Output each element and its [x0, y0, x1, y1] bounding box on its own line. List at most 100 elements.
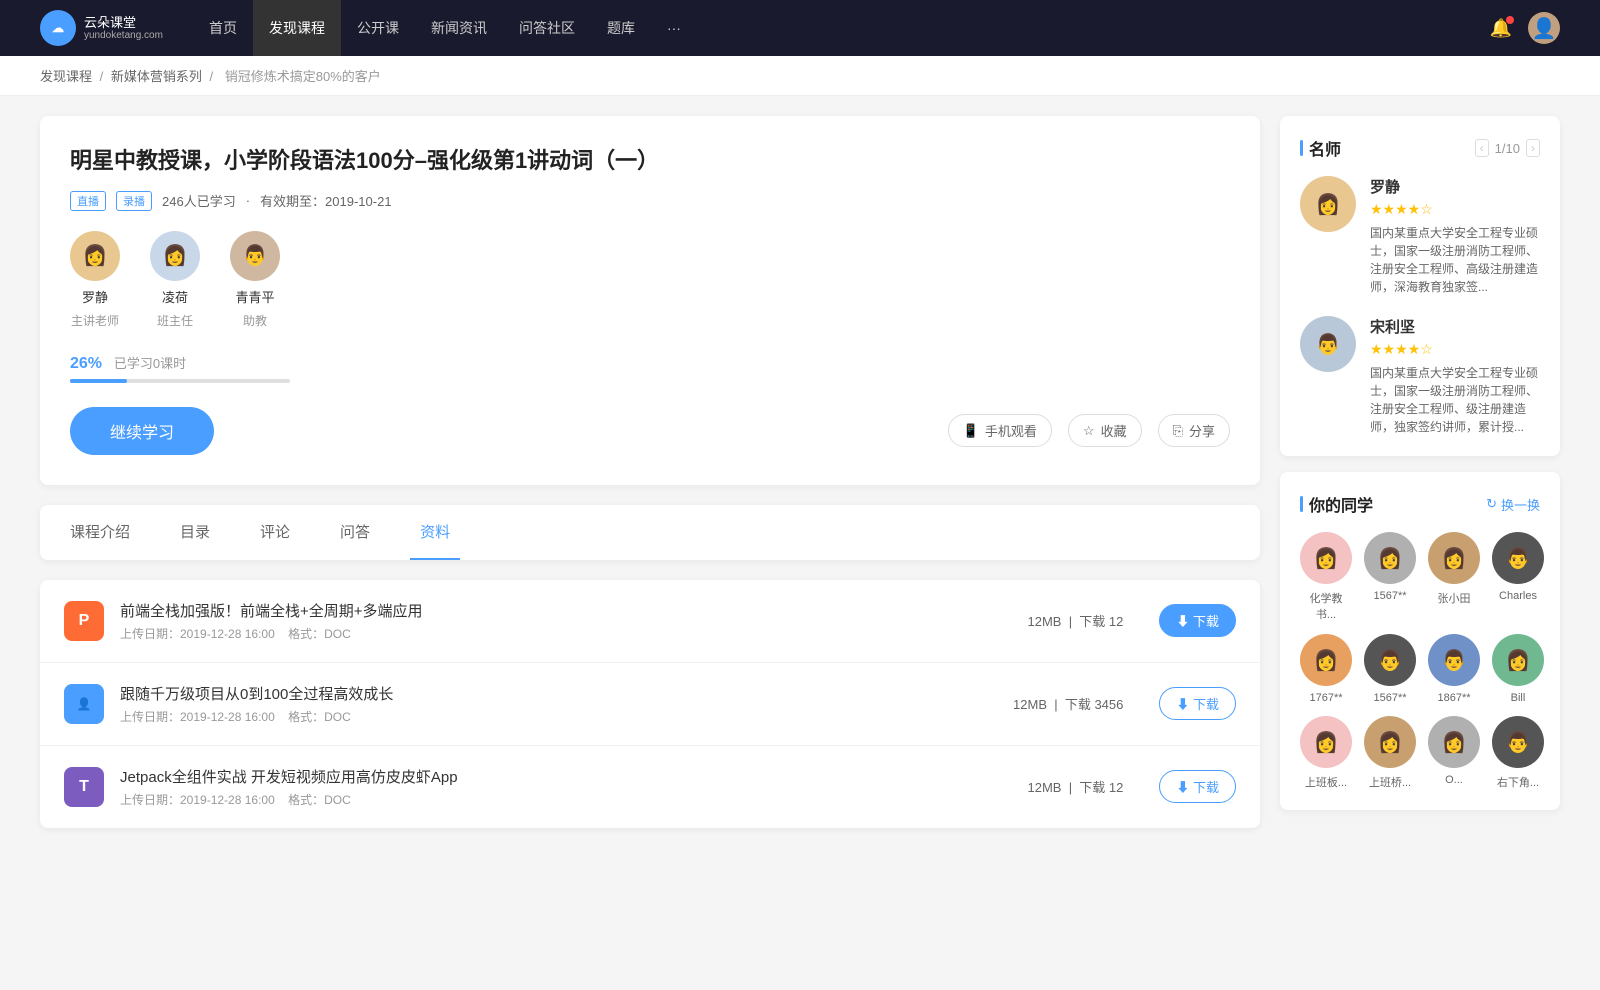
size-1: 12MB	[1028, 614, 1062, 629]
student-name-10: 上班桥...	[1369, 774, 1411, 790]
mobile-label: 手机观看	[985, 421, 1037, 440]
student-avatar-3: 👩	[1428, 532, 1480, 584]
resource-icon-2: 👤	[64, 684, 104, 724]
sidebar-teacher-desc-2: 国内某重点大学安全工程专业硕士，国家一级注册消防工程师、注册安全工程师、级注册建…	[1370, 364, 1540, 436]
resource-meta-1: 上传日期：2019-12-28 16:00 格式：DOC	[120, 625, 1012, 642]
student-name-9: 上班板...	[1305, 774, 1347, 790]
progress-bar-bg	[70, 379, 290, 383]
size-3: 12MB	[1028, 780, 1062, 795]
students-panel-title: 你的同学	[1300, 492, 1373, 516]
next-teacher-btn[interactable]: ›	[1526, 139, 1540, 157]
resource-icon-3: T	[64, 767, 104, 807]
teachers-pagination: ‹ 1/10 ›	[1475, 139, 1540, 157]
resource-item-3: T Jetpack全组件实战 开发短视频应用高仿皮皮虾App 上传日期：2019…	[40, 746, 1260, 828]
resource-meta-3: 上传日期：2019-12-28 16:00 格式：DOC	[120, 791, 1012, 808]
tab-qa[interactable]: 问答	[330, 505, 380, 560]
tab-resources[interactable]: 资料	[410, 505, 460, 560]
teacher-name-1: 罗静	[82, 287, 108, 306]
student-2: 👩 1567**	[1364, 532, 1416, 622]
valid-until: 有效期至：2019-10-21	[260, 191, 392, 210]
resource-item-2: 👤 跟随千万级项目从0到100全过程高效成长 上传日期：2019-12-28 1…	[40, 663, 1260, 746]
course-title: 明星中教授课，小学阶段语法100分–强化级第1讲动词（一）	[70, 146, 1230, 177]
teacher-name-3: 青青平	[235, 287, 274, 306]
nav-discover[interactable]: 发现课程	[253, 0, 341, 56]
collect-button[interactable]: ☆ 收藏	[1068, 414, 1142, 447]
teacher-2: 👩 凌荷 班主任	[150, 231, 200, 329]
collect-label: 收藏	[1101, 421, 1127, 440]
teacher-face-2: 👩	[150, 231, 200, 281]
tab-comments[interactable]: 评论	[250, 505, 300, 560]
nav-qa[interactable]: 问答社区	[503, 0, 591, 56]
student-1: 👩 化学教书...	[1300, 532, 1352, 622]
logo-icon: ☁	[40, 10, 76, 46]
course-meta: 直播 录播 246人已学习 · 有效期至：2019-10-21	[70, 191, 1230, 211]
navbar: ☁ 云朵课堂 yundoketang.com 首页 发现课程 公开课 新闻资讯 …	[0, 0, 1600, 56]
progress-section: 26% 已学习0课时	[70, 353, 1230, 383]
downloads-1: 下载 12	[1079, 614, 1123, 629]
nav-home[interactable]: 首页	[193, 0, 253, 56]
student-name-4: Charles	[1499, 590, 1537, 602]
student-avatar-1: 👩	[1300, 532, 1352, 584]
breadcrumb-sep-2: /	[210, 69, 217, 84]
downloads-3: 下载 12	[1079, 780, 1123, 795]
share-button[interactable]: ⎘ 分享	[1158, 414, 1230, 447]
resources-list: P 前端全栈加强版！前端全栈+全周期+多端应用 上传日期：2019-12-28 …	[40, 580, 1260, 828]
continue-button[interactable]: 继续学习	[70, 407, 214, 455]
mobile-watch-button[interactable]: 📱 手机观看	[948, 414, 1052, 447]
logo[interactable]: ☁ 云朵课堂 yundoketang.com	[40, 10, 163, 46]
resource-stats-2: 12MB | 下载 3456	[1013, 694, 1123, 713]
nav-more[interactable]: ···	[651, 0, 697, 56]
sidebar-teacher-avatar-1: 👩	[1300, 176, 1356, 232]
nav-open[interactable]: 公开课	[341, 0, 415, 56]
students-panel: 你的同学 ↻ 换一换 👩 化学教书... 👩 1567** 👩 张小田	[1280, 472, 1560, 810]
student-12: 👨 右下角...	[1492, 716, 1544, 790]
teachers-panel-title: 名师	[1300, 136, 1341, 160]
nav-quiz[interactable]: 题库	[591, 0, 651, 56]
student-name-7: 1867**	[1437, 692, 1470, 704]
resource-stats-1: 12MB | 下载 12	[1028, 611, 1124, 630]
student-name-11: O...	[1445, 774, 1463, 786]
upload-date-1: 上传日期：2019-12-28 16:00	[120, 627, 275, 641]
refresh-label: 换一换	[1501, 495, 1540, 514]
student-9: 👩 上班板...	[1300, 716, 1352, 790]
teacher-avatar-3: 👨	[230, 231, 280, 281]
course-actions: 继续学习 📱 手机观看 ☆ 收藏 ⎘ 分享	[70, 407, 1230, 455]
teachers-panel: 名师 ‹ 1/10 › 👩 罗静 ★★★★☆ 国内某重点大学安全工程专业硕士	[1280, 116, 1560, 456]
tab-catalog[interactable]: 目录	[170, 505, 220, 560]
nav-news[interactable]: 新闻资讯	[415, 0, 503, 56]
resource-name-1: 前端全栈加强版！前端全栈+全周期+多端应用	[120, 600, 1012, 621]
main-content: 明星中教授课，小学阶段语法100分–强化级第1讲动词（一） 直播 录播 246人…	[40, 116, 1260, 828]
share-icon: ⎘	[1173, 423, 1183, 439]
student-avatar-7: 👨	[1428, 634, 1480, 686]
format-1: 格式：DOC	[288, 627, 351, 641]
breadcrumb-link-2[interactable]: 新媒体营销系列	[111, 69, 202, 84]
teacher-avatar-2: 👩	[150, 231, 200, 281]
user-avatar[interactable]: 👤	[1528, 12, 1560, 44]
resource-name-3: Jetpack全组件实战 开发短视频应用高仿皮皮虾App	[120, 766, 1012, 787]
refresh-button[interactable]: ↻ 换一换	[1486, 495, 1540, 514]
student-name-12: 右下角...	[1497, 774, 1539, 790]
student-11: 👩 O...	[1428, 716, 1480, 790]
student-6: 👨 1567**	[1364, 634, 1416, 704]
student-8: 👩 Bill	[1492, 634, 1544, 704]
sidebar-teacher-name-2: 宋利坚	[1370, 316, 1540, 337]
mobile-icon: 📱	[963, 423, 979, 439]
student-name-8: Bill	[1511, 692, 1526, 704]
teachers-panel-header: 名师 ‹ 1/10 ›	[1300, 136, 1540, 160]
nav-items: 首页 发现课程 公开课 新闻资讯 问答社区 题库 ···	[193, 0, 1490, 56]
student-avatar-5: 👩	[1300, 634, 1352, 686]
downloads-2: 下载 3456	[1065, 697, 1124, 712]
prev-teacher-btn[interactable]: ‹	[1475, 139, 1489, 157]
sidebar-teacher-info-2: 宋利坚 ★★★★☆ 国内某重点大学安全工程专业硕士，国家一级注册消防工程师、注册…	[1370, 316, 1540, 436]
student-avatar-10: 👩	[1364, 716, 1416, 768]
bell-button[interactable]: 🔔	[1490, 18, 1512, 39]
format-3: 格式：DOC	[288, 793, 351, 807]
download-btn-1[interactable]: ⬇ 下载	[1159, 604, 1236, 637]
download-btn-2[interactable]: ⬇ 下载	[1159, 687, 1236, 720]
breadcrumb-link-1[interactable]: 发现课程	[40, 69, 92, 84]
resource-icon-1: P	[64, 601, 104, 641]
student-name-1: 化学教书...	[1300, 590, 1352, 622]
download-btn-3[interactable]: ⬇ 下载	[1159, 770, 1236, 803]
tab-intro[interactable]: 课程介绍	[60, 505, 140, 560]
teacher-list: 👩 罗静 主讲老师 👩 凌荷 班主任 👨 青青平	[70, 231, 1230, 329]
